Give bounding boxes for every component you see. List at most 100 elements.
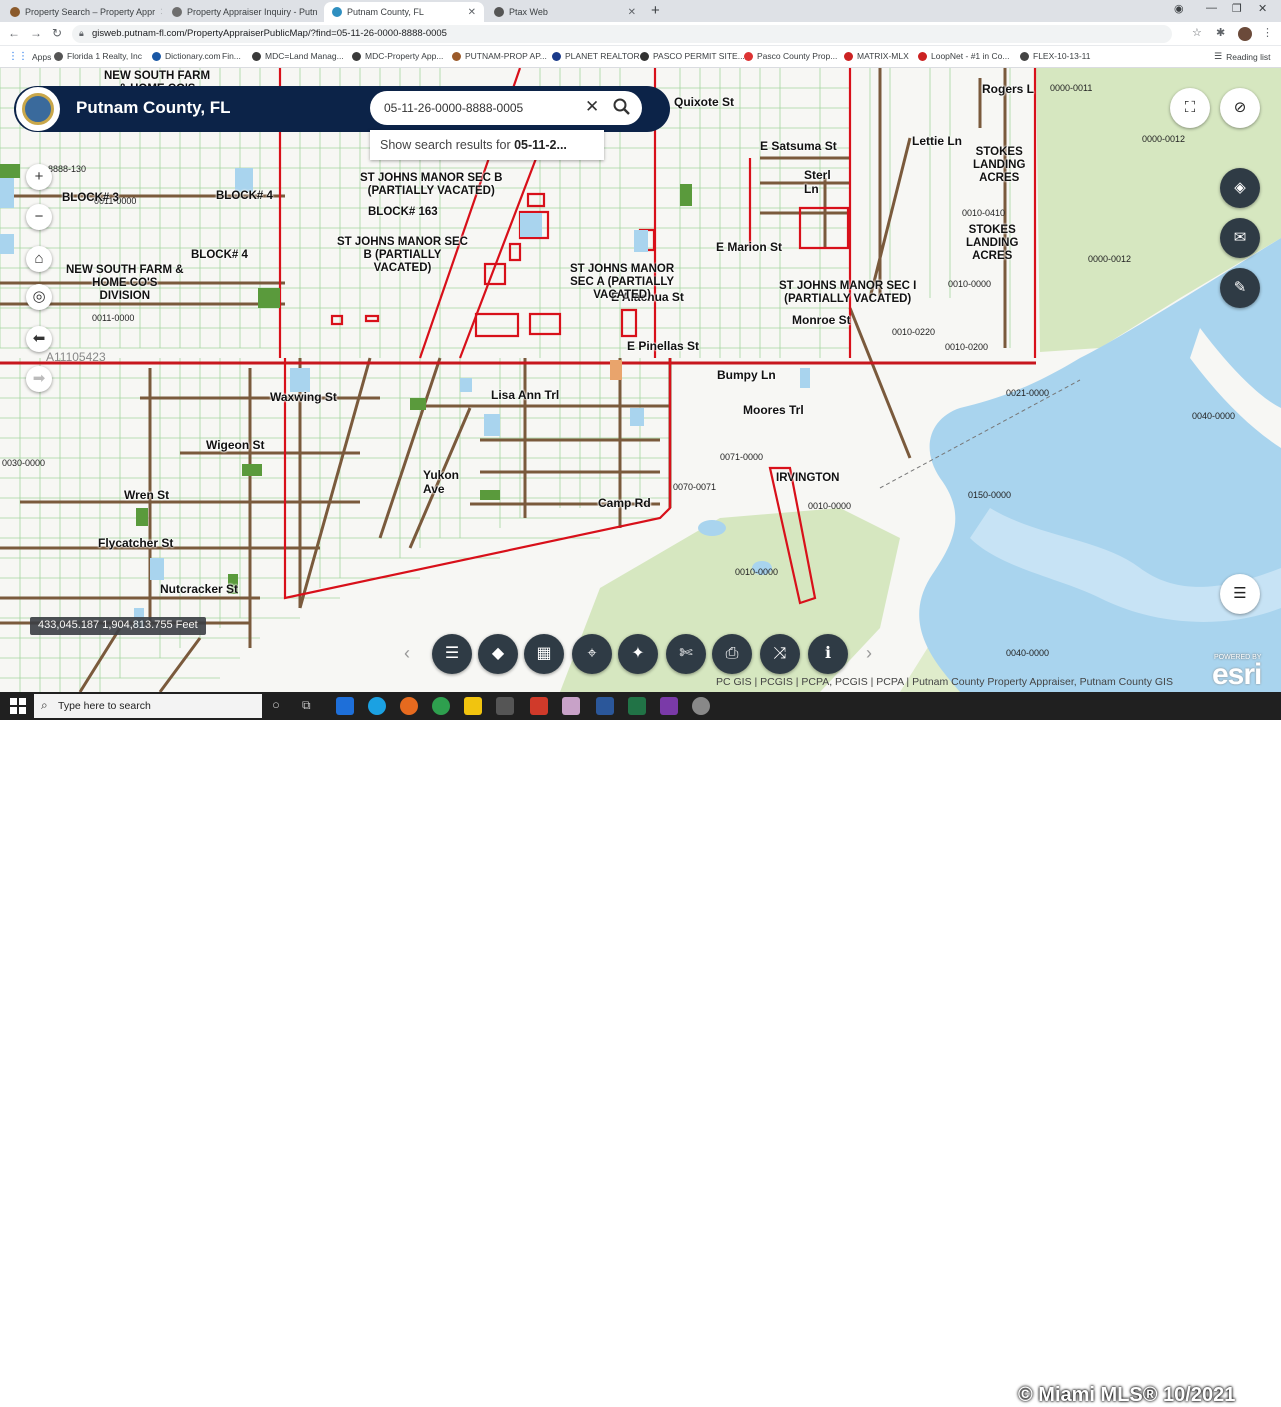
subdivision-label: ST JOHNS MANOR SEC B (PARTIALLY VACATED) [337,236,468,274]
zoom-out-button[interactable]: − [26,204,52,230]
mail-app-icon[interactable] [336,697,354,715]
edge-browser-icon[interactable] [368,697,386,715]
road-name-label: Lettie Ln [912,134,962,148]
bookmark-item[interactable]: PASCO PERMIT SITE... [640,51,745,61]
chevron-right-icon[interactable]: › [866,643,872,664]
bookmark-favicon-icon [744,51,753,61]
task-view-icon[interactable]: ⧉ [302,698,311,713]
globe-icon [54,51,63,61]
share-icon[interactable]: ⤨ [760,634,800,674]
road-name-label: Nutcracker St [160,582,239,596]
store-icon[interactable] [496,697,514,715]
chevron-left-icon[interactable]: ‹ [404,643,410,664]
app-icon[interactable] [562,697,580,715]
app-title: Putnam County, FL [76,98,231,117]
parcel-number-label: 0021-0000 [1006,388,1050,398]
chrome-icon[interactable] [432,697,450,715]
profile-avatar[interactable] [1238,27,1252,41]
tab-putnam-county[interactable]: Putnam County, FL ✕ [324,2,484,22]
extensions-icon[interactable]: ✱ [1216,26,1225,39]
mail-icon[interactable]: ✉ [1220,218,1260,258]
identify-icon[interactable]: ✦ [618,634,658,674]
bookmark-item[interactable]: PLANET REALTOR [552,51,640,61]
tab-ptax-web[interactable]: Ptax Web ✕ [486,2,644,22]
bookmark-item[interactable]: PUTNAM-PROP AP... [452,51,547,61]
back-icon[interactable]: ← [8,26,20,40]
zoom-in-button[interactable]: + [26,164,52,190]
reload-icon[interactable]: ↻ [52,26,62,40]
search-suggestion[interactable]: Show search results for 05-11-2... [370,130,604,160]
bookmark-item[interactable]: Florida 1 Realty, Inc [54,51,142,61]
back-extent-icon[interactable]: ⬅ [26,326,52,352]
tab-property-appraiser-inquiry[interactable]: Property Appraiser Inquiry - Putn ✕ [164,2,322,22]
maximize-icon[interactable]: ❐ [1232,2,1242,15]
list-icon[interactable]: ☰ [1220,574,1260,614]
measure-icon[interactable]: ✄ [666,634,706,674]
new-tab-button[interactable]: + [651,3,660,19]
tab-property-search[interactable]: Property Search – Property Appr ✕ [2,2,162,22]
address-bar[interactable]: 🔒︎ gisweb.putnam-fl.com/PropertyAppraise… [72,25,1172,43]
grid-icon[interactable]: ▦ [524,634,564,674]
windows-start-icon[interactable] [10,698,26,714]
close-icon[interactable]: ✕ [585,97,599,117]
bookmark-item[interactable]: MATRIX-MLX [844,51,909,61]
forward-extent-icon[interactable]: ➡ [26,366,52,392]
bookmark-star-icon[interactable]: ☆ [1192,26,1202,39]
app-icon[interactable] [530,697,548,715]
bookmark-item[interactable]: Dictionary.com [152,51,221,61]
firefox-icon[interactable] [400,697,418,715]
subdivision-label: BLOCK# 163 [368,206,438,218]
search-input[interactable] [384,99,584,117]
visibility-off-icon[interactable]: ⊘ [1220,88,1260,128]
kebab-menu-icon[interactable]: ⋮ [1262,26,1273,39]
list-icon[interactable]: ☰ [432,634,472,674]
reading-list-button[interactable]: ☰ Reading list [1214,51,1271,62]
window-menu-icon[interactable]: ◉ [1174,2,1184,15]
selected-parcel[interactable] [610,360,622,380]
parcel-number-label: 0010-0200 [945,342,989,352]
excel-icon[interactable] [628,697,646,715]
bookmark-item[interactable]: MDC=Land Manag... [252,51,344,61]
bookmark-item[interactable]: Pasco County Prop... [744,51,837,61]
measure-icon[interactable]: ◈ [1220,168,1260,208]
file-explorer-icon[interactable] [464,697,482,715]
forward-icon[interactable]: → [30,26,42,40]
globe-icon [494,7,504,17]
road-name-label: Monroe St [792,313,851,327]
print-icon[interactable]: ⎙ [712,634,752,674]
parcel-number-label: 0010-0000 [948,279,992,289]
close-icon[interactable]: ✕ [468,7,476,18]
info-icon[interactable]: ℹ [808,634,848,674]
taskbar-search-box[interactable]: ⌕ Type here to search [34,694,262,718]
locate-icon[interactable]: ◎ [26,284,52,310]
close-icon[interactable]: ✕ [628,7,636,18]
home-icon[interactable]: ⌂ [26,246,52,272]
location-pin-icon[interactable]: ⌖ [572,634,612,674]
road-name-label: Moores Trl [743,403,804,417]
parcel-number-label: 0150-0000 [968,490,1012,500]
layers-icon[interactable]: ◆ [478,634,518,674]
search-icon[interactable] [612,97,632,122]
app-icon[interactable] [660,697,678,715]
suggestion-prefix: Show search results for [380,138,511,152]
word-icon[interactable] [596,697,614,715]
bookmark-item[interactable]: Fin... [222,51,241,61]
bookmark-item[interactable]: LoopNet - #1 in Co... [918,51,1009,61]
close-window-icon[interactable]: ✕ [1258,2,1267,15]
road-name-label: Flycatcher St [98,536,174,550]
map-tool-icon[interactable]: ✎ [1220,268,1260,308]
bookmark-item[interactable]: MDC-Property App... [352,51,443,61]
subdivision-label: ST JOHNS MANOR SEC B (PARTIALLY VACATED) [360,172,503,197]
url-text: gisweb.putnam-fl.com/PropertyAppraiserPu… [92,28,447,39]
app-icon[interactable] [692,697,710,715]
bookmark-item[interactable]: FLEX-10-13-11 [1020,51,1090,61]
cortana-icon[interactable]: ○ [272,697,280,712]
parcel-number-label: 0010-0410 [962,208,1006,218]
fullscreen-icon[interactable]: ⛶ [1170,88,1210,128]
close-icon[interactable]: ✕ [160,7,162,18]
map-view[interactable]: 0000-0011 0000-0012 0010-0410 0000-0012 0010… [0,68,1281,692]
road-name-label: E Satsuma St [760,139,837,153]
minimize-icon[interactable]: — [1206,2,1217,14]
search-icon: ⌕ [41,698,48,712]
bookmark-apps[interactable]: ⋮⋮ Apps [8,51,51,62]
